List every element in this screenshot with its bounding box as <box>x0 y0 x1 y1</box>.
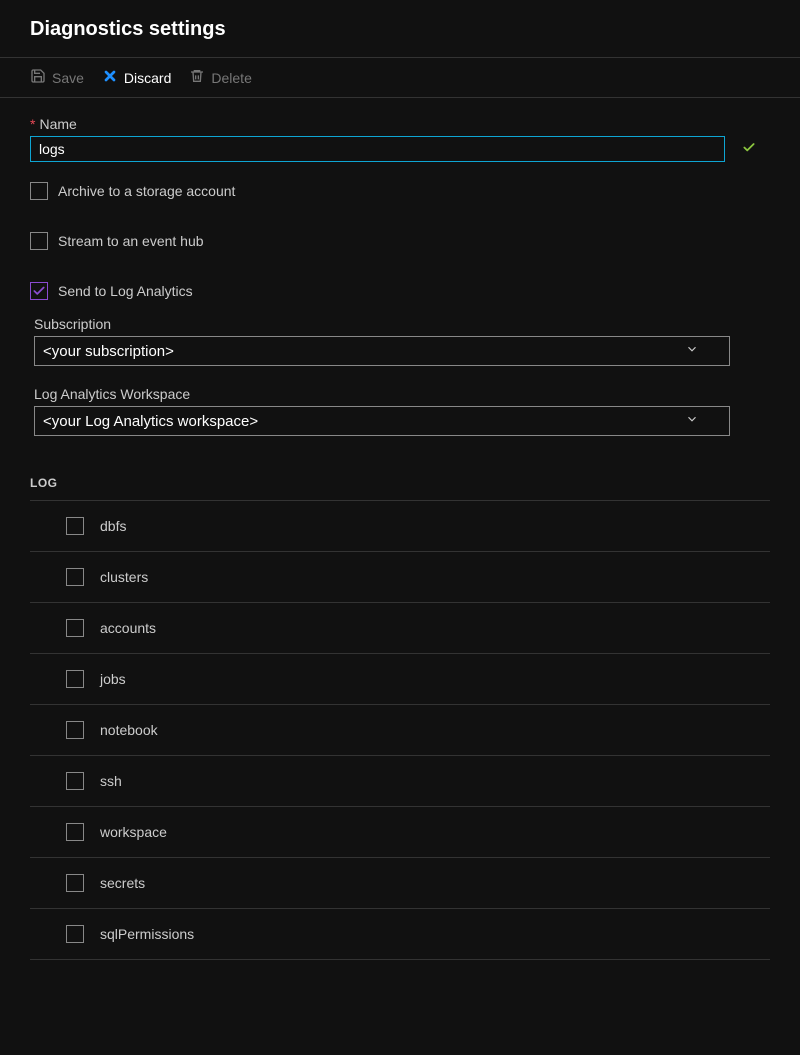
workspace-select[interactable]: <your Log Analytics workspace> <box>34 406 730 436</box>
log-label: jobs <box>100 671 126 687</box>
log-checkbox[interactable] <box>66 823 84 841</box>
log-row: notebook <box>30 704 770 755</box>
log-label: workspace <box>100 824 167 840</box>
discard-label: Discard <box>124 70 171 86</box>
discard-icon <box>102 68 118 87</box>
delete-button[interactable]: Delete <box>189 68 251 87</box>
sendlog-checkbox[interactable] <box>30 282 48 300</box>
log-label: accounts <box>100 620 156 636</box>
log-checkbox[interactable] <box>66 568 84 586</box>
sendlog-label: Send to Log Analytics <box>58 283 193 299</box>
subscription-value: <your subscription> <box>43 343 174 360</box>
log-row: ssh <box>30 755 770 806</box>
log-list: dbfs clusters accounts jobs notebook ssh works… <box>30 500 770 960</box>
page-header: Diagnostics settings <box>0 0 800 58</box>
log-label: sqlPermissions <box>100 926 194 942</box>
workspace-label: Log Analytics Workspace <box>34 386 770 402</box>
valid-check-icon <box>742 141 756 158</box>
name-input[interactable] <box>30 136 725 162</box>
chevron-down-icon <box>685 412 699 430</box>
trash-icon <box>189 68 205 87</box>
log-row: clusters <box>30 551 770 602</box>
workspace-value: <your Log Analytics workspace> <box>43 413 258 430</box>
log-label: secrets <box>100 875 145 891</box>
stream-row: Stream to an event hub <box>30 232 770 250</box>
log-checkbox[interactable] <box>66 874 84 892</box>
delete-label: Delete <box>211 70 251 86</box>
chevron-down-icon <box>685 342 699 360</box>
discard-button[interactable]: Discard <box>102 68 171 87</box>
name-input-wrap <box>30 136 770 162</box>
name-label: Name <box>39 116 76 132</box>
log-label: ssh <box>100 773 122 789</box>
workspace-group: Log Analytics Workspace <your Log Analyt… <box>34 386 770 436</box>
log-checkbox[interactable] <box>66 925 84 943</box>
log-row: jobs <box>30 653 770 704</box>
form-content: * Name Archive to a storage account Stre… <box>0 98 800 960</box>
log-checkbox[interactable] <box>66 619 84 637</box>
log-row: accounts <box>30 602 770 653</box>
name-label-row: * Name <box>30 116 770 132</box>
log-checkbox[interactable] <box>66 721 84 739</box>
stream-label: Stream to an event hub <box>58 233 204 249</box>
archive-row: Archive to a storage account <box>30 182 770 200</box>
log-checkbox[interactable] <box>66 517 84 535</box>
stream-checkbox[interactable] <box>30 232 48 250</box>
log-row: secrets <box>30 857 770 908</box>
save-button[interactable]: Save <box>30 68 84 87</box>
log-row: dbfs <box>30 500 770 551</box>
log-checkbox[interactable] <box>66 670 84 688</box>
log-label: notebook <box>100 722 158 738</box>
log-section: LOG dbfs clusters accounts jobs notebook ssh w… <box>30 476 770 960</box>
save-icon <box>30 68 46 87</box>
log-analytics-subsection: Subscription <your subscription> Log Ana… <box>30 316 770 436</box>
page-title: Diagnostics settings <box>30 18 770 41</box>
archive-label: Archive to a storage account <box>58 183 235 199</box>
required-indicator: * <box>30 116 35 132</box>
log-row: workspace <box>30 806 770 857</box>
archive-checkbox[interactable] <box>30 182 48 200</box>
log-row: sqlPermissions <box>30 908 770 960</box>
toolbar: Save Discard Delete <box>0 58 800 98</box>
subscription-group: Subscription <your subscription> <box>34 316 770 366</box>
save-label: Save <box>52 70 84 86</box>
subscription-label: Subscription <box>34 316 770 332</box>
log-label: clusters <box>100 569 148 585</box>
log-label: dbfs <box>100 518 126 534</box>
log-heading: LOG <box>30 476 770 500</box>
log-checkbox[interactable] <box>66 772 84 790</box>
subscription-select[interactable]: <your subscription> <box>34 336 730 366</box>
sendlog-row: Send to Log Analytics <box>30 282 770 300</box>
